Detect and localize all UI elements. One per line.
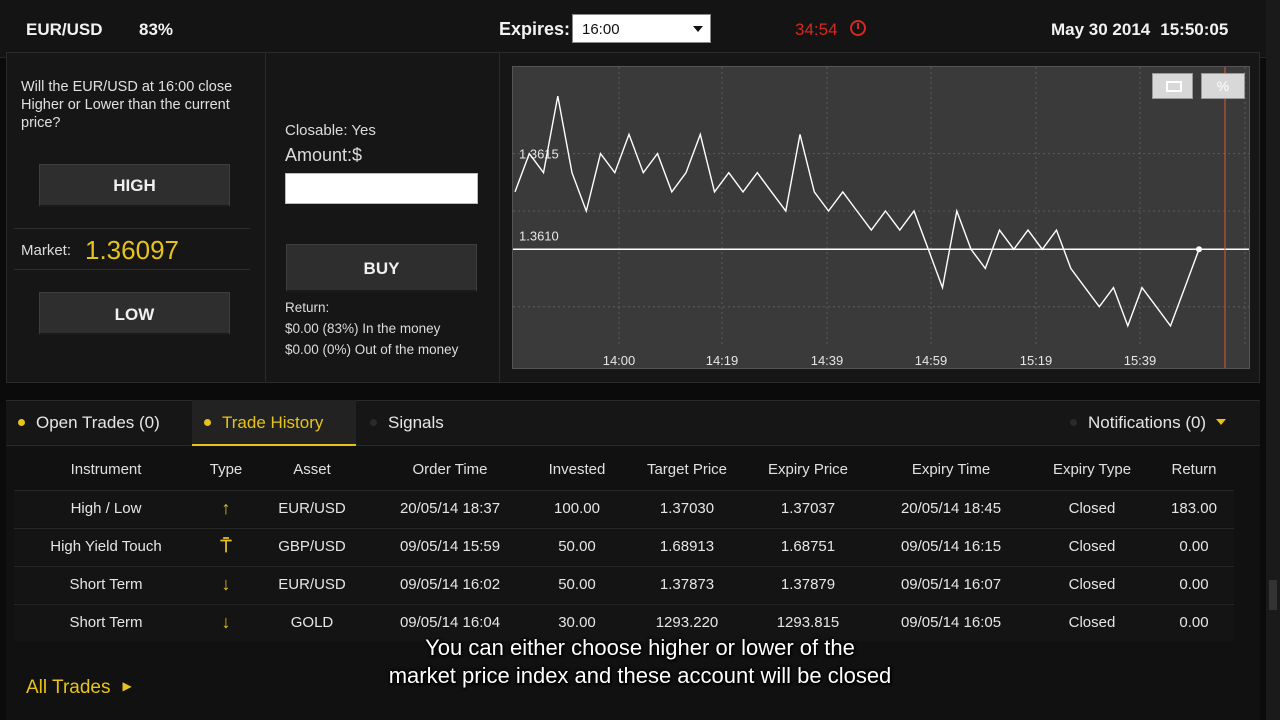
low-button[interactable]: LOW [39,292,230,335]
countdown-timer: 34:54 [795,20,838,39]
x-tick-label: 14:59 [915,353,948,368]
buy-button[interactable]: BUY [286,244,477,292]
price-chart[interactable]: 14:00 14:19 14:39 14:59 15:19 15:39 1.3615 1.36… [512,66,1250,369]
tab-trade-history[interactable]: Trade History [192,400,356,446]
column-header[interactable]: Return [1114,461,1274,478]
table-cell: 1.37879 [780,576,836,593]
table-cell: 09/05/14 16:07 [900,576,1002,593]
percent-toggle-button[interactable]: % [1201,73,1245,99]
tab-notifications[interactable]: Notifications (0) [1070,400,1227,446]
scrollbar-thumb[interactable] [1269,580,1277,610]
table-cell: 1293.815 [776,614,840,631]
expiry-select-value: 16:00 [582,21,620,38]
trade-question: Will the EUR/USD at 16:00 close Higher o… [21,79,233,131]
tab-open-trades[interactable]: Open Trades (0) [18,400,160,446]
x-tick-label: 14:19 [706,353,739,368]
high-button[interactable]: HIGH [39,164,230,207]
table-cell: 0.00 [1179,538,1209,555]
scrollbar[interactable] [1266,0,1280,720]
expiry-select[interactable]: 16:00 [572,14,711,43]
dot-icon [370,419,377,426]
dot-icon [204,419,211,426]
dot-icon [1070,419,1077,426]
column-header[interactable]: Expiry Time [871,461,1031,478]
amount-label: Amount:$ [285,145,363,165]
tab-label: Open Trades (0) [36,413,160,432]
tab-label: Notifications (0) [1088,413,1207,432]
table-cell: GOLD [290,614,334,631]
table-cell: 1.68751 [780,538,836,555]
table-cell: GBP/USD [278,538,346,555]
column-header[interactable]: Expiry Price [728,461,888,478]
current-price-point [1196,246,1202,253]
asset-pair: EUR/USD [26,20,103,39]
market-label: Market: [21,242,72,259]
x-tick-label: 15:19 [1020,353,1053,368]
chevron-down-icon [1216,419,1227,425]
column-header[interactable]: Asset [232,461,392,478]
tab-signals[interactable]: Signals [370,400,444,446]
table-cell: EUR/USD [278,500,346,517]
current-datetime: May 30 2014 15:50:05 [1051,20,1228,40]
market-price: 1.36097 [85,235,179,265]
x-tick-label: 14:39 [811,353,844,368]
current-time: 15:50:05 [1160,20,1229,39]
table-cell: 20/05/14 18:45 [900,500,1002,517]
price-chart-svg: 14:00 14:19 14:39 14:59 15:19 15:39 1.3615 1.36… [513,67,1249,368]
table-cell: 0.00 [1179,576,1209,593]
subtitle-line: market price index and these account wil… [388,663,892,688]
payout-percent: 83% [139,20,174,39]
expires-label: Expires: [499,19,571,39]
return-in-the-money: $0.00 (83%) In the money [285,321,441,336]
tab-label: Trade History [222,413,324,432]
y-tick-label: 1.3610 [519,228,559,243]
return-label: Return: [285,300,330,315]
subtitle-line: You can either choose higher or lower of… [425,635,855,660]
clock-icon [850,20,866,36]
table-cell: EUR/USD [278,576,346,593]
closable-status: Closable: Yes [285,122,376,139]
table-cell: 183.00 [1171,500,1217,517]
y-tick-label: 1.3615 [519,147,559,162]
x-tick-label: 15:39 [1124,353,1157,368]
chevron-down-icon [693,26,703,32]
percent-glyph: % [1216,78,1230,94]
table-cell: 0.00 [1179,614,1209,631]
video-subtitle: You can either choose higher or lower of… [0,634,1280,690]
table-cell: 09/05/14 16:15 [900,538,1002,555]
amount-input[interactable] [285,173,478,204]
window-icon[interactable] [1152,73,1193,99]
tab-label: Signals [388,413,444,432]
dot-icon [18,419,25,426]
table-cell: 09/05/14 16:05 [900,614,1002,631]
x-tick-label: 14:00 [603,353,636,368]
table-cell: 1.37037 [780,500,836,517]
price-series-line [514,95,1200,328]
current-date: May 30 2014 [1051,20,1151,39]
window-glyph [1166,81,1182,92]
return-out-of-the-money: $0.00 (0%) Out of the money [285,342,459,357]
